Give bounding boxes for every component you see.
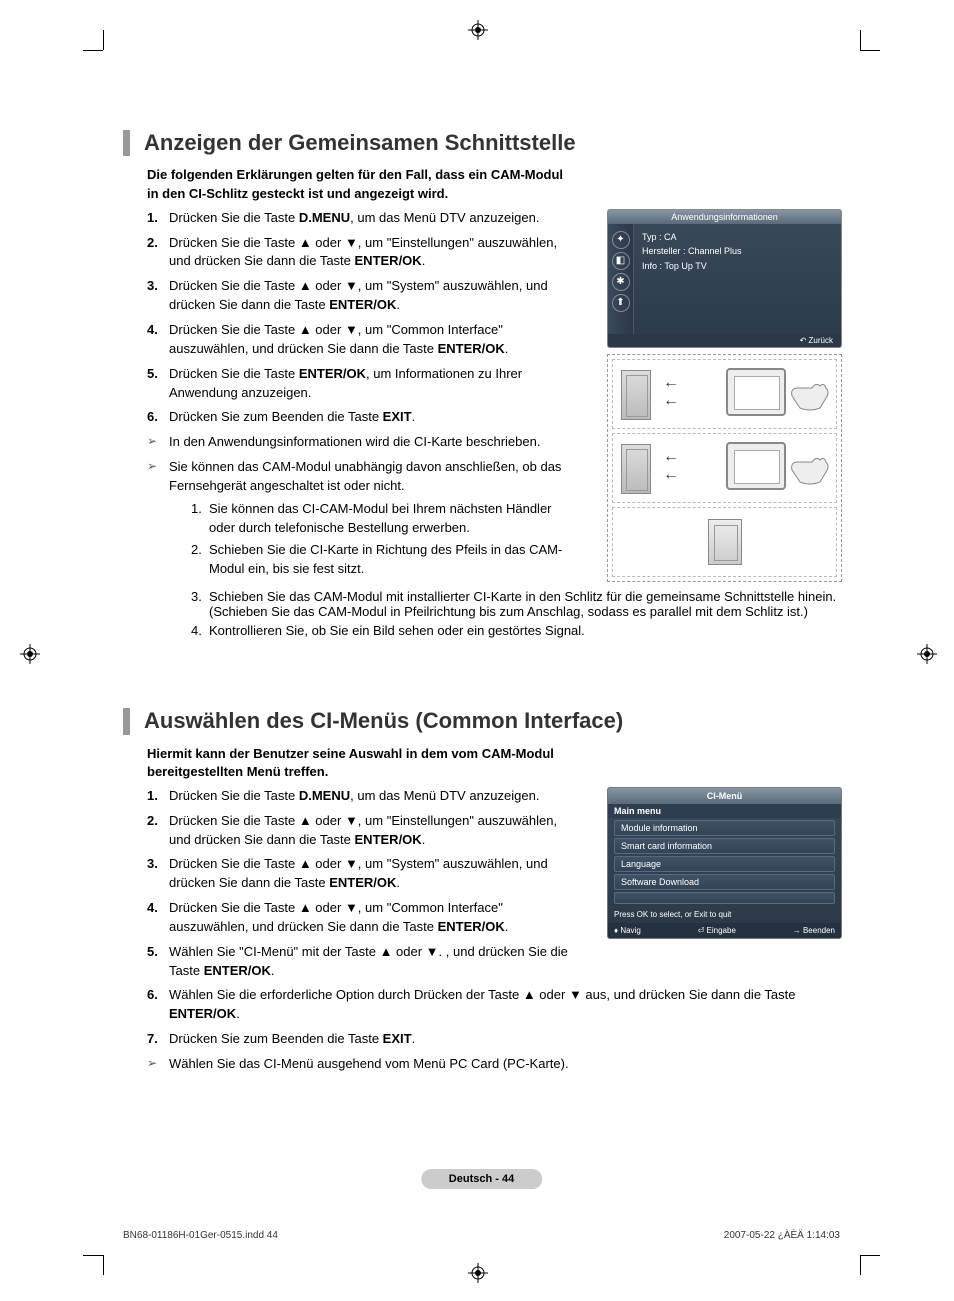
ci-enter-label: ⏎ Eingabe xyxy=(698,926,736,935)
step-item: 7.Drücken Sie zum Beenden die Taste EXIT… xyxy=(147,1030,837,1049)
ci-insertion-diagram: ←← ←← xyxy=(607,354,842,582)
substep-item: 3.Schieben Sie das CAM-Modul mit install… xyxy=(191,589,837,619)
note-arrow-icon: ➢ xyxy=(147,1055,169,1074)
section-title: Auswählen des CI-Menüs (Common Interface… xyxy=(123,708,623,734)
note: ➢ In den Anwendungsinformationen wird di… xyxy=(147,433,572,452)
tv-icon xyxy=(726,442,786,490)
input-icon: ⬆ xyxy=(612,294,630,312)
section-common-interface: Anzeigen der Gemeinsamen Schnittstelle D… xyxy=(123,130,840,638)
step-item: 6.Drücken Sie zum Beenden die Taste EXIT… xyxy=(147,408,572,427)
registration-mark-icon xyxy=(468,1263,488,1283)
substep-item: 2.Schieben Sie die CI-Karte in Richtung … xyxy=(191,541,572,579)
ci-menu-item xyxy=(614,892,835,904)
note-arrow-icon: ➢ xyxy=(147,458,169,583)
gear-icon: ✱ xyxy=(612,273,630,291)
ci-menu-title: CI-Menü xyxy=(608,788,841,804)
step-item: 1.Drücken Sie die Taste D.MENU, um das M… xyxy=(147,787,572,806)
tv-icon xyxy=(726,368,786,416)
step-item: 5.Drücken Sie die Taste ENTER/OK, um Inf… xyxy=(147,365,572,403)
note-arrow-icon: ➢ xyxy=(147,433,169,452)
registration-mark-icon xyxy=(917,644,937,664)
step-item: 5.Wählen Sie "CI-Menü" mit der Taste ▲ o… xyxy=(147,943,572,981)
step-item: 4.Drücken Sie die Taste ▲ oder ▼, um "Co… xyxy=(147,899,572,937)
hand-icon xyxy=(790,452,830,486)
registration-mark-icon xyxy=(20,644,40,664)
ci-menu-main: Main menu xyxy=(608,804,841,818)
section-intro: Hiermit kann der Benutzer seine Auswahl … xyxy=(147,745,572,781)
print-footer: BN68-01186H-01Ger-0515.indd 44 2007-05-2… xyxy=(123,1230,840,1241)
step-item: 6.Wählen Sie die erforderliche Option du… xyxy=(147,986,837,1024)
arrow-left-icon: ←← xyxy=(663,374,679,410)
hand-icon xyxy=(790,378,830,412)
ci-slot-icon xyxy=(621,370,651,420)
page-number-pill: Deutsch - 44 xyxy=(421,1169,542,1189)
return-icon: ↶ xyxy=(800,336,809,345)
ci-card-icon xyxy=(708,519,742,565)
note: ➢ Wählen Sie das CI-Menü ausgehend vom M… xyxy=(147,1055,837,1074)
osd-header: Anwendungsinformationen xyxy=(608,210,841,224)
arrow-left-icon: ←← xyxy=(663,448,679,484)
substep-item: 4.Kontrollieren Sie, ob Sie ein Bild seh… xyxy=(191,623,837,638)
ci-slot-icon xyxy=(621,444,651,494)
osd-line: Info : Top Up TV xyxy=(642,259,833,273)
ci-menu-item: Language xyxy=(614,856,835,872)
substep-item: 1.Sie können das CI-CAM-Modul bei Ihrem … xyxy=(191,500,572,538)
step-item: 3.Drücken Sie die Taste ▲ oder ▼, um "Sy… xyxy=(147,855,572,893)
step-item: 3.Drücken Sie die Taste ▲ oder ▼, um "Sy… xyxy=(147,277,572,315)
osd-line: Hersteller : Channel Plus xyxy=(642,244,833,258)
picture-icon: ◧ xyxy=(612,252,630,270)
osd-app-info: Anwendungsinformationen ✦ ◧ ✱ ⬆ Typ : CA… xyxy=(607,209,842,348)
print-filename: BN68-01186H-01Ger-0515.indd 44 xyxy=(123,1230,278,1241)
print-timestamp: 2007-05-22 ¿ÀÈÄ 1:14:03 xyxy=(724,1230,840,1241)
ci-exit-label: → Beenden xyxy=(793,926,835,935)
osd-sidebar: ✦ ◧ ✱ ⬆ xyxy=(608,224,634,334)
note: ➢ Sie können das CAM-Modul unabhängig da… xyxy=(147,458,572,583)
section-ci-menu: Auswählen des CI-Menüs (Common Interface… xyxy=(123,708,840,1074)
section-title: Anzeigen der Gemeinsamen Schnittstelle xyxy=(123,130,576,156)
ci-menu-item: Software Download xyxy=(614,874,835,890)
ci-nav-label: ♦ Navig xyxy=(614,926,641,935)
registration-mark-icon xyxy=(468,20,488,40)
step-item: 2.Drücken Sie die Taste ▲ oder ▼, um "Ei… xyxy=(147,812,572,850)
step-item: 1.Drücken Sie die Taste D.MENU, um das M… xyxy=(147,209,572,228)
osd-ci-menu: CI-Menü Main menu Module information Smar… xyxy=(607,787,842,939)
osd-line: Typ : CA xyxy=(642,230,833,244)
globe-icon: ✦ xyxy=(612,231,630,249)
section-intro: Die folgenden Erklärungen gelten für den… xyxy=(147,166,572,202)
ci-menu-item: Smart card information xyxy=(614,838,835,854)
ci-menu-item: Module information xyxy=(614,820,835,836)
ci-menu-hint: Press OK to select, or Exit to quit xyxy=(608,906,841,923)
step-item: 2.Drücken Sie die Taste ▲ oder ▼, um "Ei… xyxy=(147,234,572,272)
step-item: 4.Drücken Sie die Taste ▲ oder ▼, um "Co… xyxy=(147,321,572,359)
